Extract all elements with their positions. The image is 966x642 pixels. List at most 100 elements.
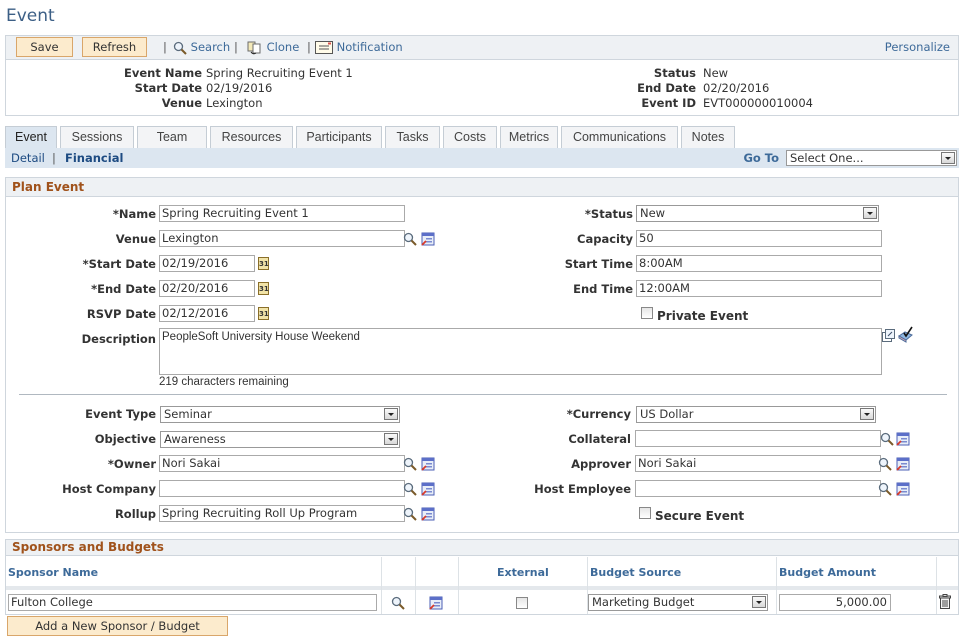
host-company-related-content-icon[interactable] [421, 482, 435, 496]
goto-select[interactable]: Select One... [786, 150, 957, 166]
owner-label: *Owner [107, 457, 156, 471]
start-date-input[interactable]: 02/19/2016 [159, 255, 255, 272]
tab-event[interactable]: Event [5, 126, 57, 149]
start-time-input[interactable]: 8:00AM [636, 255, 882, 272]
sponsors-budgets-section: Sponsors and Budgets Sponsor Name Extern… [5, 539, 959, 615]
approver-label: Approver [571, 457, 631, 471]
approver-input[interactable]: Nori Sakai [635, 455, 881, 472]
collateral-lookup-search-icon[interactable] [880, 432, 894, 446]
event-type-select[interactable]: Seminar [160, 406, 400, 423]
summary-start-date-label: Start Date [134, 81, 202, 95]
summary-end-date-label: End Date [637, 81, 696, 95]
tab-resources[interactable]: Resources [210, 126, 293, 148]
end-date-input[interactable]: 02/20/2016 [159, 280, 255, 297]
collateral-label: Collateral [568, 432, 631, 446]
owner-related-content-icon[interactable] [421, 457, 435, 471]
notification-label: Notification [336, 40, 403, 54]
name-label: *Name [112, 207, 156, 221]
search-link[interactable]: Search [173, 40, 230, 55]
venue-input[interactable]: Lexington [159, 230, 405, 247]
summary-event-name-label: Event Name [123, 66, 202, 80]
name-input[interactable]: Spring Recruiting Event 1 [159, 205, 405, 222]
add-sponsor-budget-button[interactable]: Add a New Sponsor / Budget [7, 616, 228, 636]
rsvp-date-calendar-icon[interactable]: 31 [258, 307, 269, 320]
chevron-down-icon[interactable] [384, 408, 398, 420]
private-event-checkbox[interactable] [641, 307, 653, 319]
tab-communications[interactable]: Communications [561, 126, 678, 148]
host-company-lookup-search-icon[interactable] [403, 482, 417, 496]
collateral-input[interactable] [635, 430, 881, 447]
tab-tasks[interactable]: Tasks [385, 126, 440, 148]
chevron-down-icon[interactable] [384, 433, 398, 445]
currency-select-value: US Dollar [640, 407, 694, 421]
toolbar-separator: | [307, 40, 311, 54]
host-company-input[interactable] [159, 480, 405, 497]
chevron-down-icon[interactable] [752, 596, 766, 608]
characters-remaining: 219 characters remaining [159, 376, 289, 388]
external-checkbox[interactable] [516, 597, 528, 609]
objective-label: Objective [94, 432, 156, 446]
notification-link[interactable]: Notification [315, 40, 403, 54]
budget-amount-input[interactable]: 5,000.00 [779, 594, 891, 611]
event-summary: Event Name Spring Recruiting Event 1 Sta… [5, 60, 959, 116]
host-employee-input[interactable] [635, 480, 881, 497]
save-button[interactable]: Save [16, 37, 73, 57]
column-header-sponsor-name: Sponsor Name [8, 566, 99, 579]
tab-sessions[interactable]: Sessions [60, 126, 134, 148]
expand-textarea-icon[interactable] [882, 329, 896, 342]
approver-related-content-icon[interactable] [896, 457, 910, 471]
clone-icon [247, 41, 261, 54]
start-date-calendar-icon[interactable]: 31 [258, 257, 269, 270]
secure-event-checkbox[interactable] [639, 507, 651, 519]
tab-metrics[interactable]: Metrics [500, 126, 558, 148]
tab-notes[interactable]: Notes [681, 126, 735, 148]
chevron-down-icon[interactable] [863, 207, 877, 219]
rollup-input[interactable]: Spring Recruiting Roll Up Program [159, 505, 405, 522]
sponsor-lookup-search-icon[interactable] [391, 596, 405, 610]
capacity-label: Capacity [577, 232, 633, 246]
status-select[interactable]: New [636, 205, 879, 222]
spell-check-icon[interactable] [897, 326, 915, 343]
chevron-down-icon[interactable] [941, 152, 955, 164]
refresh-button[interactable]: Refresh [82, 37, 147, 57]
rollup-related-content-icon[interactable] [421, 507, 435, 521]
host-employee-label: Host Employee [534, 482, 631, 496]
chevron-down-icon[interactable] [860, 408, 874, 420]
objective-select[interactable]: Awareness [160, 431, 400, 448]
budget-source-select[interactable]: Marketing Budget [588, 594, 768, 611]
clone-link[interactable]: Clone [247, 40, 299, 55]
end-time-input[interactable]: 12:00AM [636, 280, 882, 297]
delete-row-trash-icon[interactable] [939, 594, 951, 609]
description-textarea[interactable]: PeopleSoft University House Weekend [159, 328, 882, 375]
currency-label: *Currency [566, 407, 631, 421]
rsvp-date-input[interactable]: 02/12/2016 [159, 305, 255, 322]
sponsor-related-content-icon[interactable] [429, 596, 443, 610]
subnav-financial-link[interactable]: Financial [65, 151, 123, 165]
event-type-select-value: Seminar [164, 407, 212, 421]
description-label: Description [81, 332, 156, 346]
section-divider [19, 394, 947, 395]
subnav-detail-link[interactable]: Detail [11, 151, 45, 165]
owner-lookup-search-icon[interactable] [403, 457, 417, 471]
currency-select[interactable]: US Dollar [636, 406, 876, 423]
venue-related-content-icon[interactable] [421, 232, 435, 246]
tab-costs[interactable]: Costs [443, 126, 497, 148]
capacity-input[interactable]: 50 [636, 230, 882, 247]
budget-source-value: Marketing Budget [592, 595, 695, 609]
end-date-calendar-icon[interactable]: 31 [258, 282, 269, 295]
owner-input[interactable]: Nori Sakai [159, 455, 405, 472]
approver-lookup-search-icon[interactable] [878, 457, 892, 471]
host-employee-lookup-search-icon[interactable] [878, 482, 892, 496]
summary-status-label: Status [653, 66, 696, 80]
summary-status: New [703, 66, 729, 80]
rollup-label: Rollup [114, 507, 156, 521]
toolbar-separator: | [163, 40, 167, 54]
venue-lookup-search-icon[interactable] [403, 232, 417, 246]
collateral-related-content-icon[interactable] [896, 432, 910, 446]
tab-team[interactable]: Team [137, 126, 207, 148]
sponsor-name-input[interactable]: Fulton College [8, 594, 377, 611]
tab-participants[interactable]: Participants [296, 126, 382, 148]
personalize-link[interactable]: Personalize [885, 40, 950, 54]
rollup-lookup-search-icon[interactable] [403, 507, 417, 521]
host-employee-related-content-icon[interactable] [896, 482, 910, 496]
